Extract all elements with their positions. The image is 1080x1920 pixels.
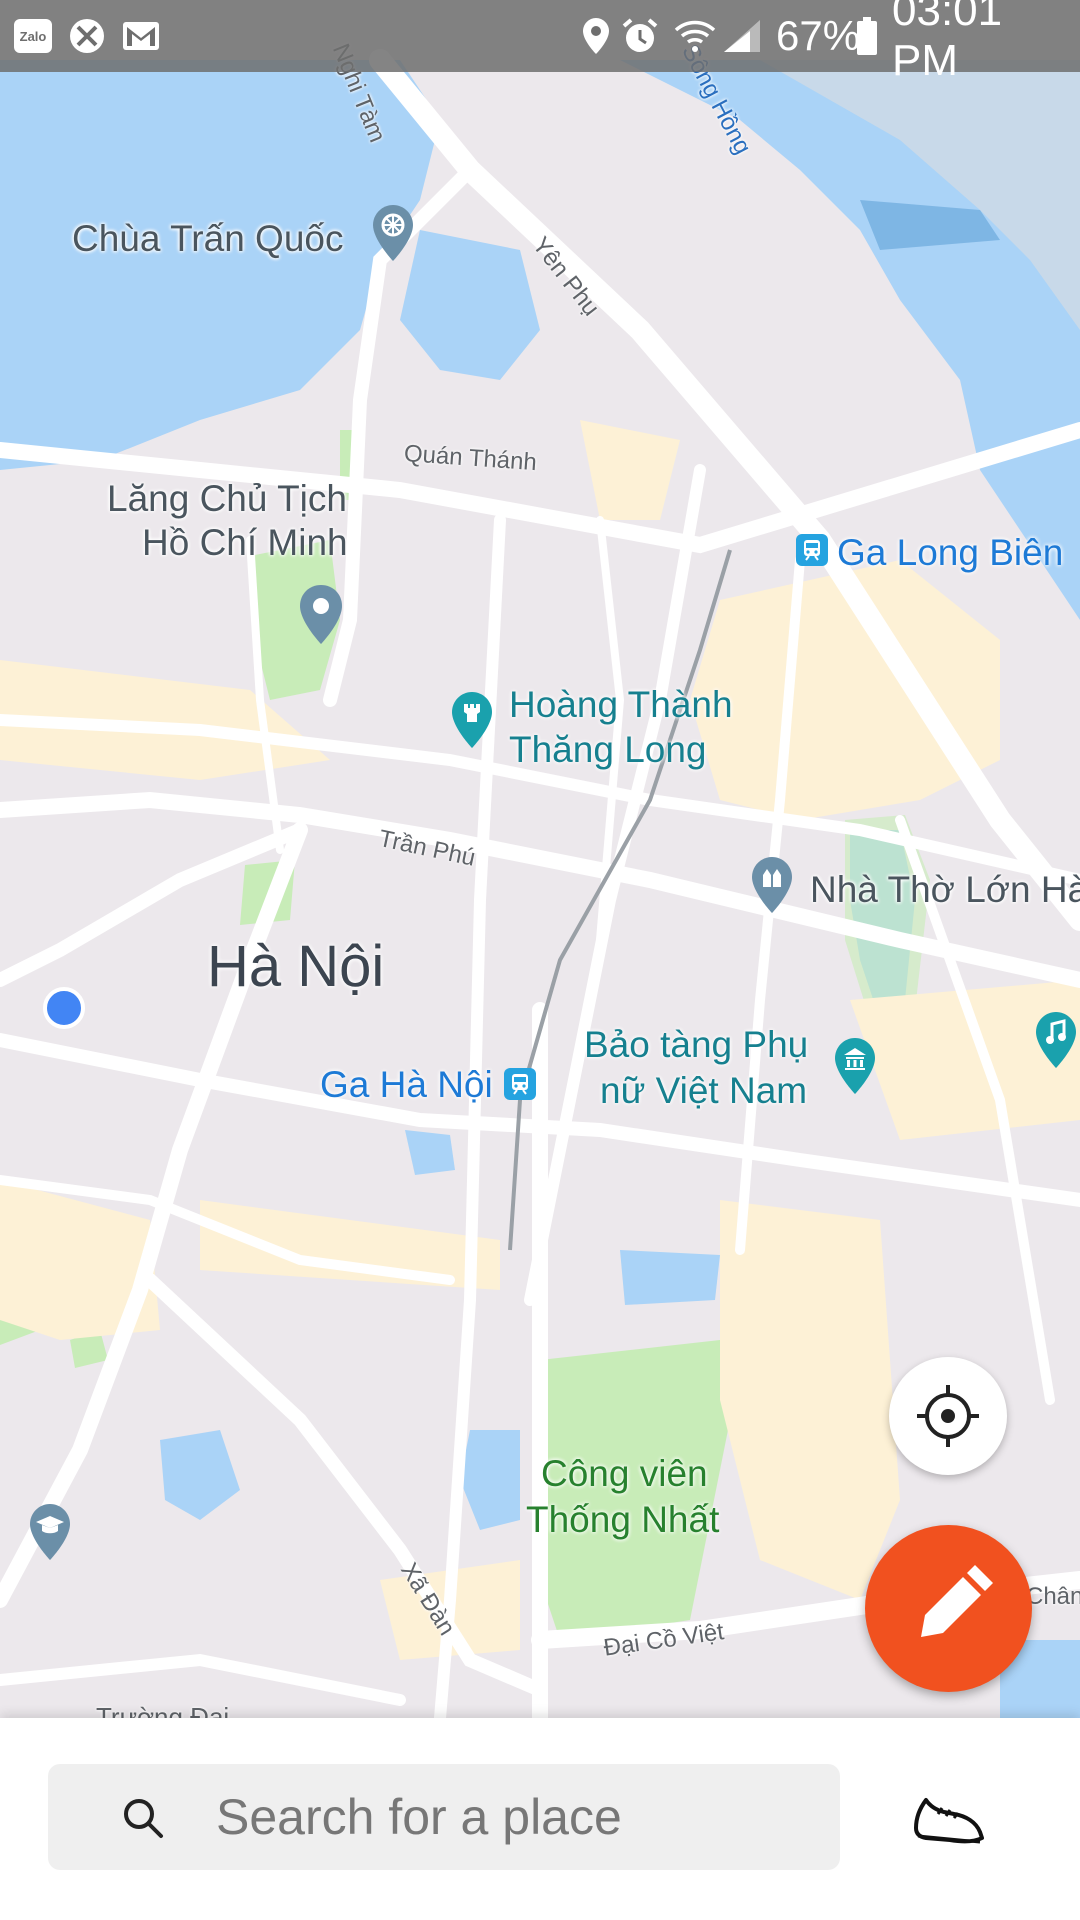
crosshair-icon	[917, 1385, 979, 1447]
pencil-icon	[921, 1565, 993, 1637]
place-label-bao-tang-1[interactable]: Bảo tàng Phụ	[584, 1022, 808, 1068]
my-location-button[interactable]	[889, 1357, 1007, 1475]
place-label-chua-tran-quoc[interactable]: Chùa Trấn Quốc	[72, 216, 343, 262]
place-label-ga-long-bien[interactable]: Ga Long Biên	[837, 530, 1063, 576]
bottom-panel: Search for a place	[0, 1718, 1080, 1920]
place-label-cong-vien-1[interactable]: Công viên	[541, 1451, 708, 1497]
place-label-nha-tho[interactable]: Nhà Thờ Lớn Hà	[810, 867, 1080, 913]
battery-percent: 67%	[776, 12, 861, 59]
place-label-lang-1[interactable]: Lăng Chủ Tịch	[107, 476, 347, 522]
battery-icon	[856, 0, 878, 72]
status-bar: Zalo 67% 03:01 PM	[0, 0, 1080, 85]
sneaker-icon[interactable]	[908, 1778, 988, 1859]
place-label-ga-ha-noi[interactable]: Ga Hà Nội	[320, 1062, 493, 1108]
street-label-chan: Chân	[1026, 1583, 1080, 1610]
search-box[interactable]: Search for a place	[48, 1764, 840, 1870]
place-label-hoang-thanh-2[interactable]: Thăng Long	[509, 727, 707, 773]
search-input[interactable]: Search for a place	[216, 1764, 622, 1870]
alarm-icon	[620, 0, 660, 72]
street-label-truong: Trường Đại	[96, 1702, 230, 1718]
current-location-dot	[43, 987, 85, 1029]
gmail-icon	[122, 0, 160, 72]
place-label-bao-tang-2[interactable]: nữ Việt Nam	[600, 1068, 807, 1114]
tool-icon	[68, 0, 106, 72]
edit-button[interactable]	[865, 1525, 1032, 1692]
place-label-lang-2[interactable]: Hồ Chí Minh	[142, 520, 348, 566]
location-status-icon	[580, 0, 612, 72]
signal-icon	[722, 0, 762, 72]
place-label-hoang-thanh-1[interactable]: Hoàng Thành	[509, 682, 733, 728]
zalo-icon: Zalo	[14, 0, 52, 72]
wifi-icon	[674, 0, 716, 72]
clock: 03:01 PM	[892, 0, 1003, 85]
search-icon	[124, 1799, 163, 1838]
place-label-cong-vien-2[interactable]: Thống Nhất	[526, 1497, 719, 1543]
city-label: Hà Nội	[207, 934, 385, 999]
